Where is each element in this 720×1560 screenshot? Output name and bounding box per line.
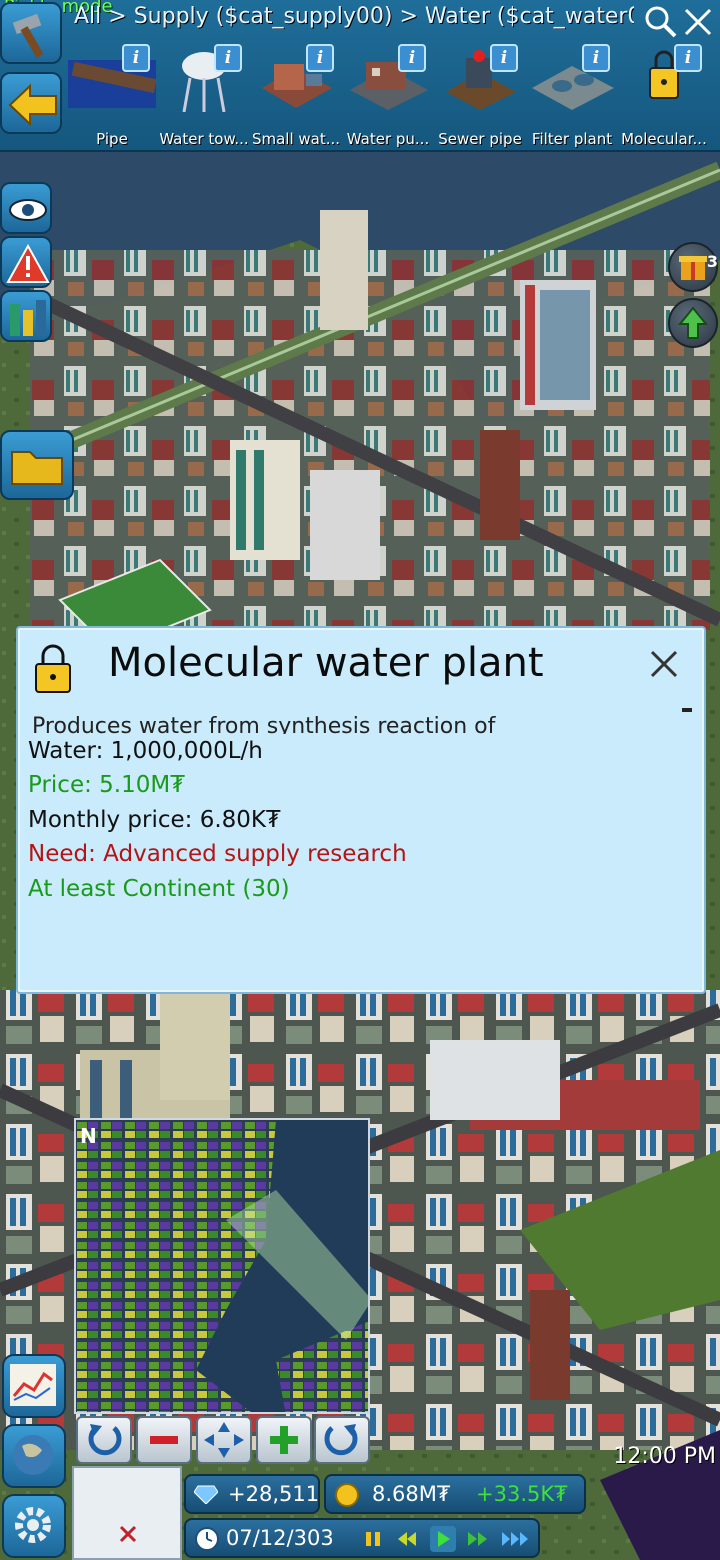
date-speed-bar: 07/12/303 bbox=[184, 1518, 540, 1558]
cancel-icon[interactable] bbox=[118, 1524, 138, 1544]
folder-icon bbox=[11, 451, 63, 485]
building-info-dialog: Molecular water plant Produces water fro… bbox=[16, 626, 706, 994]
build-toolbar: Pickle mode All > Supply ($cat_supply00)… bbox=[0, 0, 720, 152]
info-button[interactable]: i bbox=[582, 44, 610, 72]
globe-icon bbox=[13, 1435, 53, 1475]
money-value: 8.68M₮ bbox=[372, 1482, 451, 1506]
statistics-chart-button[interactable] bbox=[2, 1354, 66, 1418]
back-button[interactable] bbox=[0, 72, 62, 134]
info-button[interactable]: i bbox=[122, 44, 150, 72]
minus-icon bbox=[150, 1436, 178, 1444]
level-up-button[interactable] bbox=[668, 298, 718, 348]
warning-icon bbox=[6, 243, 50, 283]
search-icon[interactable] bbox=[642, 4, 678, 40]
price-text: Price: 5.10M₮ bbox=[28, 772, 185, 798]
minimap[interactable]: N bbox=[74, 1118, 370, 1414]
arrow-up-icon bbox=[677, 306, 709, 339]
settings-button[interactable] bbox=[2, 1494, 66, 1558]
monthly-price-text: Monthly price: 6.80K₮ bbox=[28, 807, 281, 833]
date-value: 07/12/303 bbox=[226, 1526, 334, 1550]
eye-icon bbox=[9, 199, 47, 221]
stats-button[interactable] bbox=[0, 290, 52, 342]
info-button[interactable]: i bbox=[306, 44, 334, 72]
selection-panel bbox=[72, 1466, 182, 1560]
diamond-icon bbox=[194, 1485, 218, 1504]
building-list: i Pipe i Water tow... i Small wat... i W… bbox=[66, 38, 720, 150]
arrow-left-icon bbox=[8, 83, 57, 127]
rotate-right-button[interactable] bbox=[314, 1416, 370, 1464]
gift-count: 3 bbox=[706, 252, 718, 271]
build-tools-button[interactable] bbox=[0, 2, 62, 64]
fast-forward-icon[interactable] bbox=[466, 1528, 490, 1550]
money-counter[interactable]: 8.68M₮ +33.5K₮ bbox=[324, 1474, 586, 1514]
scroll-indicator[interactable] bbox=[682, 708, 692, 712]
zoom-out-button[interactable] bbox=[136, 1416, 192, 1464]
category-breadcrumb[interactable]: All > Supply ($cat_supply00) > Water ($c… bbox=[74, 4, 634, 29]
gift-button[interactable]: 3 bbox=[668, 242, 718, 292]
north-indicator: N bbox=[80, 1124, 97, 1148]
income-value: +33.5K₮ bbox=[476, 1482, 568, 1506]
open-folder-button[interactable] bbox=[0, 430, 74, 500]
info-button[interactable]: i bbox=[674, 44, 702, 72]
item-pipe[interactable]: i Pipe bbox=[66, 38, 158, 150]
water-capacity: Water: 1,000,000L/h bbox=[28, 738, 263, 764]
clock-icon bbox=[195, 1527, 219, 1551]
info-button[interactable]: i bbox=[490, 44, 518, 72]
item-small-water-plant[interactable]: i Small wat... bbox=[250, 38, 342, 150]
compress-icon bbox=[204, 1422, 244, 1458]
rotate-cw-icon bbox=[324, 1424, 358, 1456]
minimap-canvas bbox=[76, 1120, 368, 1412]
min-level-text: At least Continent (30) bbox=[28, 876, 290, 902]
info-button[interactable]: i bbox=[214, 44, 242, 72]
slow-speed-icon[interactable] bbox=[396, 1528, 418, 1550]
item-filter-plant[interactable]: i Filter plant bbox=[526, 38, 618, 150]
lock-icon bbox=[35, 644, 71, 693]
diamonds-value: +28,511 bbox=[228, 1482, 320, 1506]
world-button[interactable] bbox=[2, 1424, 66, 1488]
requirement-text: Need: Advanced supply research bbox=[28, 841, 407, 867]
play-icon[interactable] bbox=[430, 1526, 456, 1552]
disasters-button[interactable] bbox=[0, 236, 52, 288]
plus-icon bbox=[270, 1426, 298, 1454]
rotate-left-button[interactable] bbox=[76, 1416, 132, 1464]
item-molecular-water-plant[interactable]: i Molecular... bbox=[618, 38, 710, 150]
dialog-title: Molecular water plant bbox=[108, 640, 544, 686]
item-water-tower[interactable]: i Water tow... bbox=[158, 38, 250, 150]
diamonds-counter[interactable]: +28,511 bbox=[184, 1474, 320, 1514]
zoom-in-button[interactable] bbox=[256, 1416, 312, 1464]
item-sewer-pipe[interactable]: i Sewer pipe bbox=[434, 38, 526, 150]
close-icon[interactable] bbox=[646, 646, 682, 682]
hammer-icon bbox=[12, 13, 44, 58]
info-button[interactable]: i bbox=[398, 44, 426, 72]
coin-icon bbox=[335, 1483, 359, 1507]
center-map-button[interactable] bbox=[196, 1416, 252, 1464]
view-mode-button[interactable] bbox=[0, 182, 52, 234]
bar-chart-icon bbox=[10, 300, 46, 336]
rotate-ccw-icon bbox=[88, 1424, 122, 1456]
game-time: 12:00 PM bbox=[613, 1444, 716, 1469]
line-chart-icon bbox=[10, 1364, 56, 1406]
building-description: Produces water from synthesis reaction o… bbox=[32, 714, 496, 734]
close-icon[interactable] bbox=[680, 4, 716, 40]
fastest-speed-icon[interactable] bbox=[500, 1528, 530, 1550]
gear-icon bbox=[15, 1507, 51, 1543]
pause-icon[interactable] bbox=[362, 1528, 384, 1550]
item-water-pump[interactable]: i Water pu... bbox=[342, 38, 434, 150]
